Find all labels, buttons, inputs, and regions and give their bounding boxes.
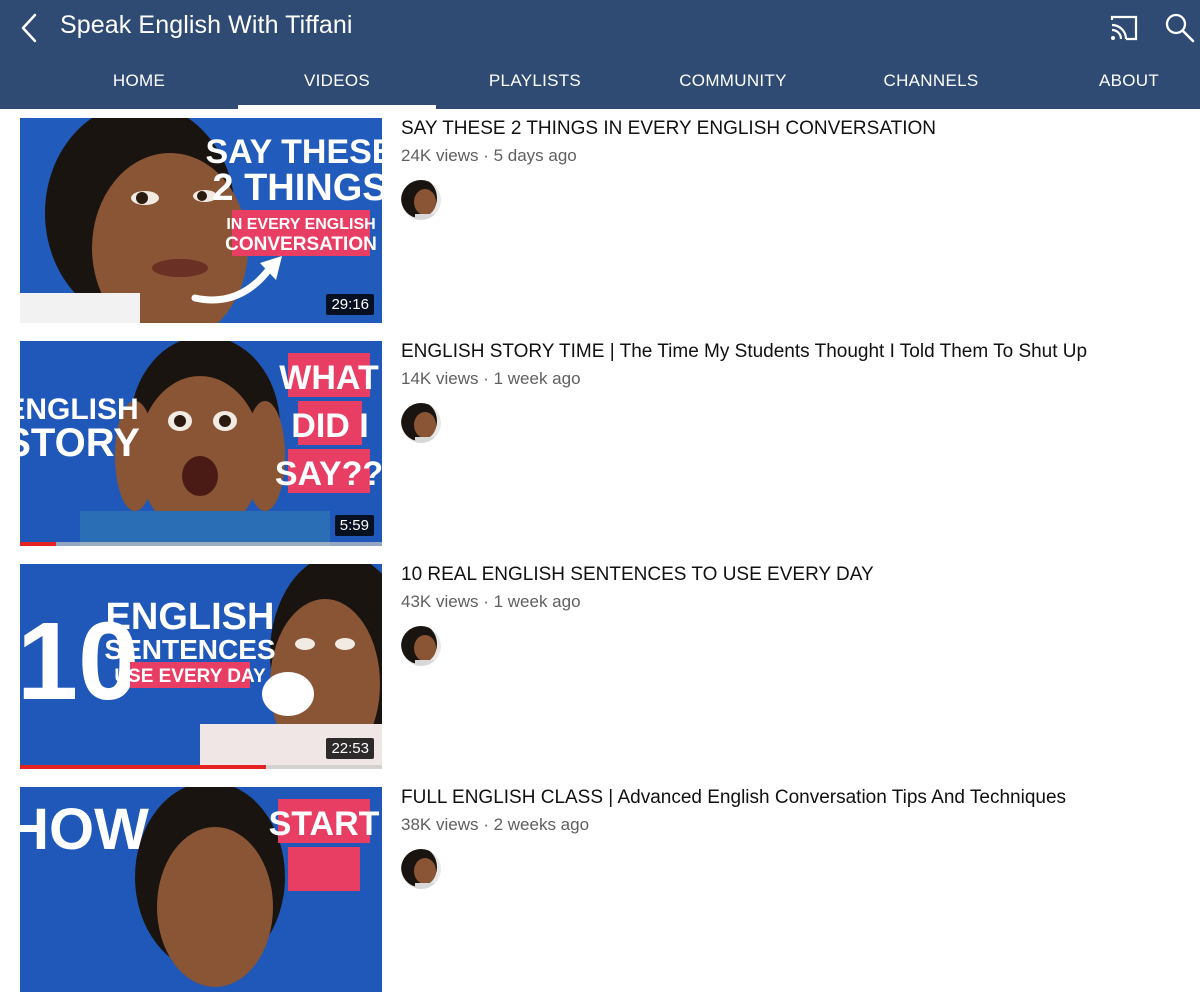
video-item[interactable]: HOW START FULL ENGLISH CLASS | Advanced …	[20, 787, 1180, 992]
search-icon[interactable]	[1162, 10, 1196, 44]
video-title[interactable]: FULL ENGLISH CLASS | Advanced English Co…	[401, 787, 1066, 809]
tab-channels[interactable]: CHANNELS	[832, 60, 1030, 109]
video-thumbnail[interactable]: SAY THESE 2 THINGS IN EVERY ENGLISH CONV…	[20, 118, 382, 323]
back-arrow-icon[interactable]	[14, 10, 48, 46]
video-duration: 5:59	[334, 515, 374, 536]
thumb-text: SENTENCES	[104, 634, 275, 665]
thumb-text: USE EVERY DAY	[114, 666, 266, 687]
thumbnail-caption: SAY THESE 2 THINGS	[206, 133, 382, 209]
video-title[interactable]: 10 REAL ENGLISH SENTENCES TO USE EVERY D…	[401, 564, 874, 586]
video-item[interactable]: 10 ENGLISH SENTENCES USE EVERY DAY 22:53…	[20, 564, 1180, 769]
thumb-text: DID I	[291, 407, 368, 445]
tab-about[interactable]: ABOUT	[1030, 60, 1200, 109]
avatar[interactable]	[401, 626, 441, 666]
video-meta: 43K views · 1 week ago	[401, 592, 581, 611]
thumb-text: START	[269, 805, 380, 843]
tab-playlists[interactable]: PLAYLISTS	[436, 60, 634, 109]
thumb-text: HOW	[20, 797, 149, 862]
tab-home[interactable]: HOME	[40, 60, 238, 109]
video-item[interactable]: SAY THESE 2 THINGS IN EVERY ENGLISH CONV…	[20, 118, 1180, 323]
thumb-text: WHAT	[279, 359, 379, 397]
video-thumbnail[interactable]: ENGLISH STORY WHAT DID I SAY?? 5:59	[20, 341, 382, 546]
channel-header: Speak English With Tiffani HOME VIDEOS P…	[0, 0, 1200, 109]
video-thumbnail[interactable]: HOW START	[20, 787, 382, 992]
avatar[interactable]	[401, 849, 441, 889]
thumb-text: IN EVERY ENGLISH	[226, 216, 375, 233]
thumb-text: ENGLISH	[106, 596, 275, 638]
watch-progress-bar	[20, 542, 56, 546]
watch-progress-track	[20, 542, 382, 546]
tab-videos[interactable]: VIDEOS	[238, 60, 436, 109]
avatar[interactable]	[401, 180, 441, 220]
tab-community[interactable]: COMMUNITY	[634, 60, 832, 109]
channel-tabs: HOME VIDEOS PLAYLISTS COMMUNITY CHANNELS…	[40, 60, 1200, 109]
cast-icon[interactable]	[1108, 12, 1140, 44]
avatar[interactable]	[401, 403, 441, 443]
video-duration: 29:16	[326, 294, 374, 315]
thumb-text: CONVERSATION	[225, 234, 377, 255]
channel-title: Speak English With Tiffani	[60, 11, 353, 39]
video-duration: 22:53	[326, 738, 374, 759]
video-title[interactable]: SAY THESE 2 THINGS IN EVERY ENGLISH CONV…	[401, 118, 936, 140]
watch-progress-bar	[20, 765, 266, 769]
thumb-text: STORY	[20, 421, 140, 465]
thumb-text: SAY??	[275, 455, 382, 493]
video-meta: 38K views · 2 weeks ago	[401, 815, 590, 834]
thumb-text: 2 THINGS	[212, 167, 382, 209]
video-meta: 14K views · 1 week ago	[401, 369, 581, 388]
video-item[interactable]: ENGLISH STORY WHAT DID I SAY?? 5:59 ENGL…	[20, 341, 1180, 546]
thumb-text: SAY THESE	[206, 133, 382, 171]
video-title[interactable]: ENGLISH STORY TIME | The Time My Student…	[401, 341, 1087, 363]
video-meta: 24K views · 5 days ago	[401, 146, 577, 165]
video-thumbnail[interactable]: 10 ENGLISH SENTENCES USE EVERY DAY 22:53	[20, 564, 382, 769]
